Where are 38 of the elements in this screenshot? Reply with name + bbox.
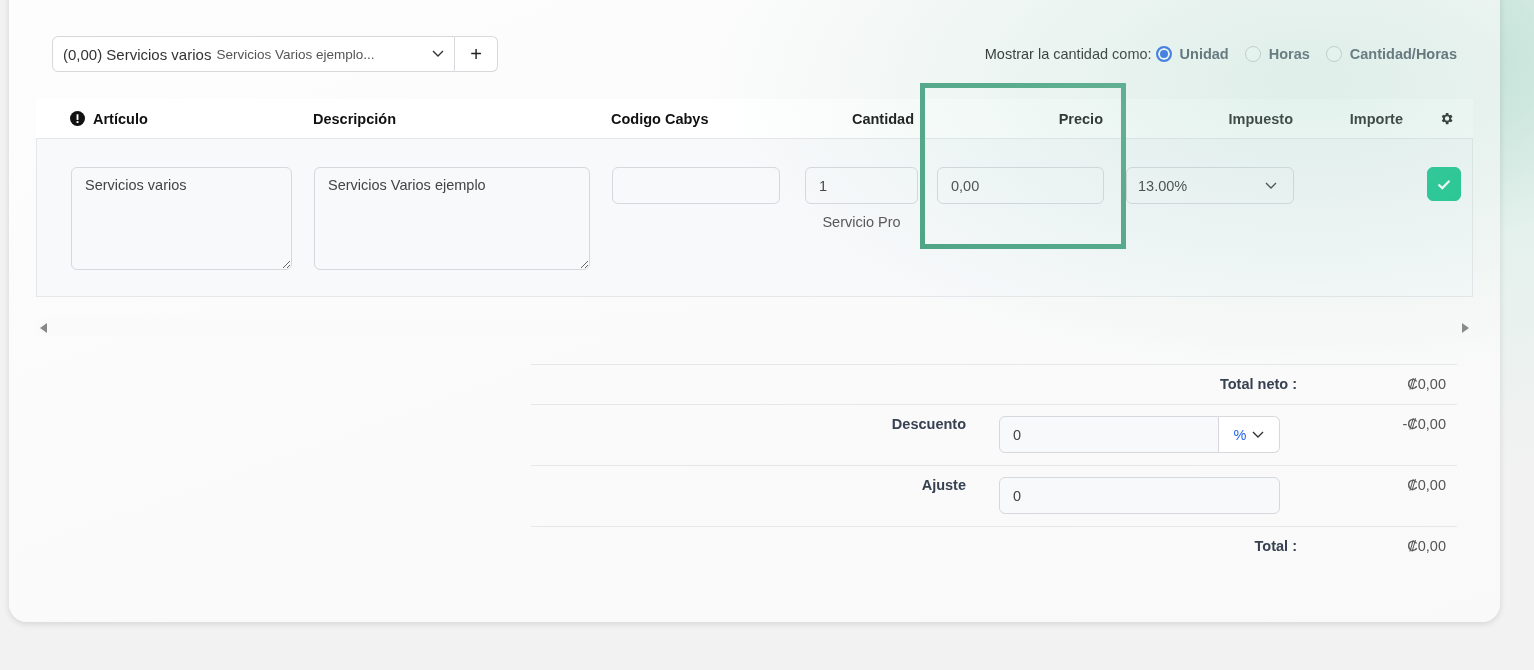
amount-value: ₡0,00 [1406,376,1447,392]
item-picker[interactable]: (0,00) Servicios varios Servicios Varios ejemplo... [52,36,455,72]
total-label: Total : [1253,538,1297,554]
price-field[interactable]: 0,00 [937,167,1104,204]
unit-select[interactable]: % [1219,416,1280,453]
column-header: Artículo [36,99,313,138]
column-header: Codigo Cabys [611,109,710,129]
amount-value: -₡0,00 [1401,416,1447,432]
article-field[interactable]: Servicios varios [71,167,292,270]
column-header: Importe [1348,109,1404,129]
tax-select[interactable]: 13.00% [1126,167,1294,204]
add-button[interactable]: + [455,36,498,72]
discount-field[interactable]: 0 [999,416,1219,453]
quantity-field[interactable]: 1 [805,167,918,204]
column-header: Impuesto [1227,109,1294,129]
field-label: Ajuste [920,477,967,493]
chevron-down-icon [1252,430,1265,439]
column-header: Cantidad [850,109,915,129]
quantity-display-label: Mostrar la cantidad como: [984,46,1152,62]
radio-option[interactable]: Unidad [1155,46,1229,62]
checkbox[interactable] [1427,167,1461,201]
settings-icon[interactable] [1439,111,1454,126]
field-label: Descuento [890,416,967,432]
cabys-field[interactable] [612,167,780,204]
adjustment-field[interactable]: 0 [999,477,1280,514]
check-icon [1437,178,1451,190]
description-field[interactable]: Servicios Varios ejemplo [314,167,590,270]
radio-option[interactable]: Cantidad/Horas [1325,46,1457,62]
column-header: Precio [1057,109,1104,129]
amount-value: ₡0,00 [1406,477,1447,493]
exclamation-icon [70,111,85,126]
column-header: Descripción [313,109,397,129]
chevron-down-icon [432,50,444,58]
amount-value: ₡0,00 [1406,538,1447,554]
chevron-down-icon [1265,181,1277,190]
total-label: Total neto : [1218,376,1297,392]
unit-label: Servicio Pro [822,214,901,230]
radio-option[interactable]: Horas [1244,46,1310,62]
